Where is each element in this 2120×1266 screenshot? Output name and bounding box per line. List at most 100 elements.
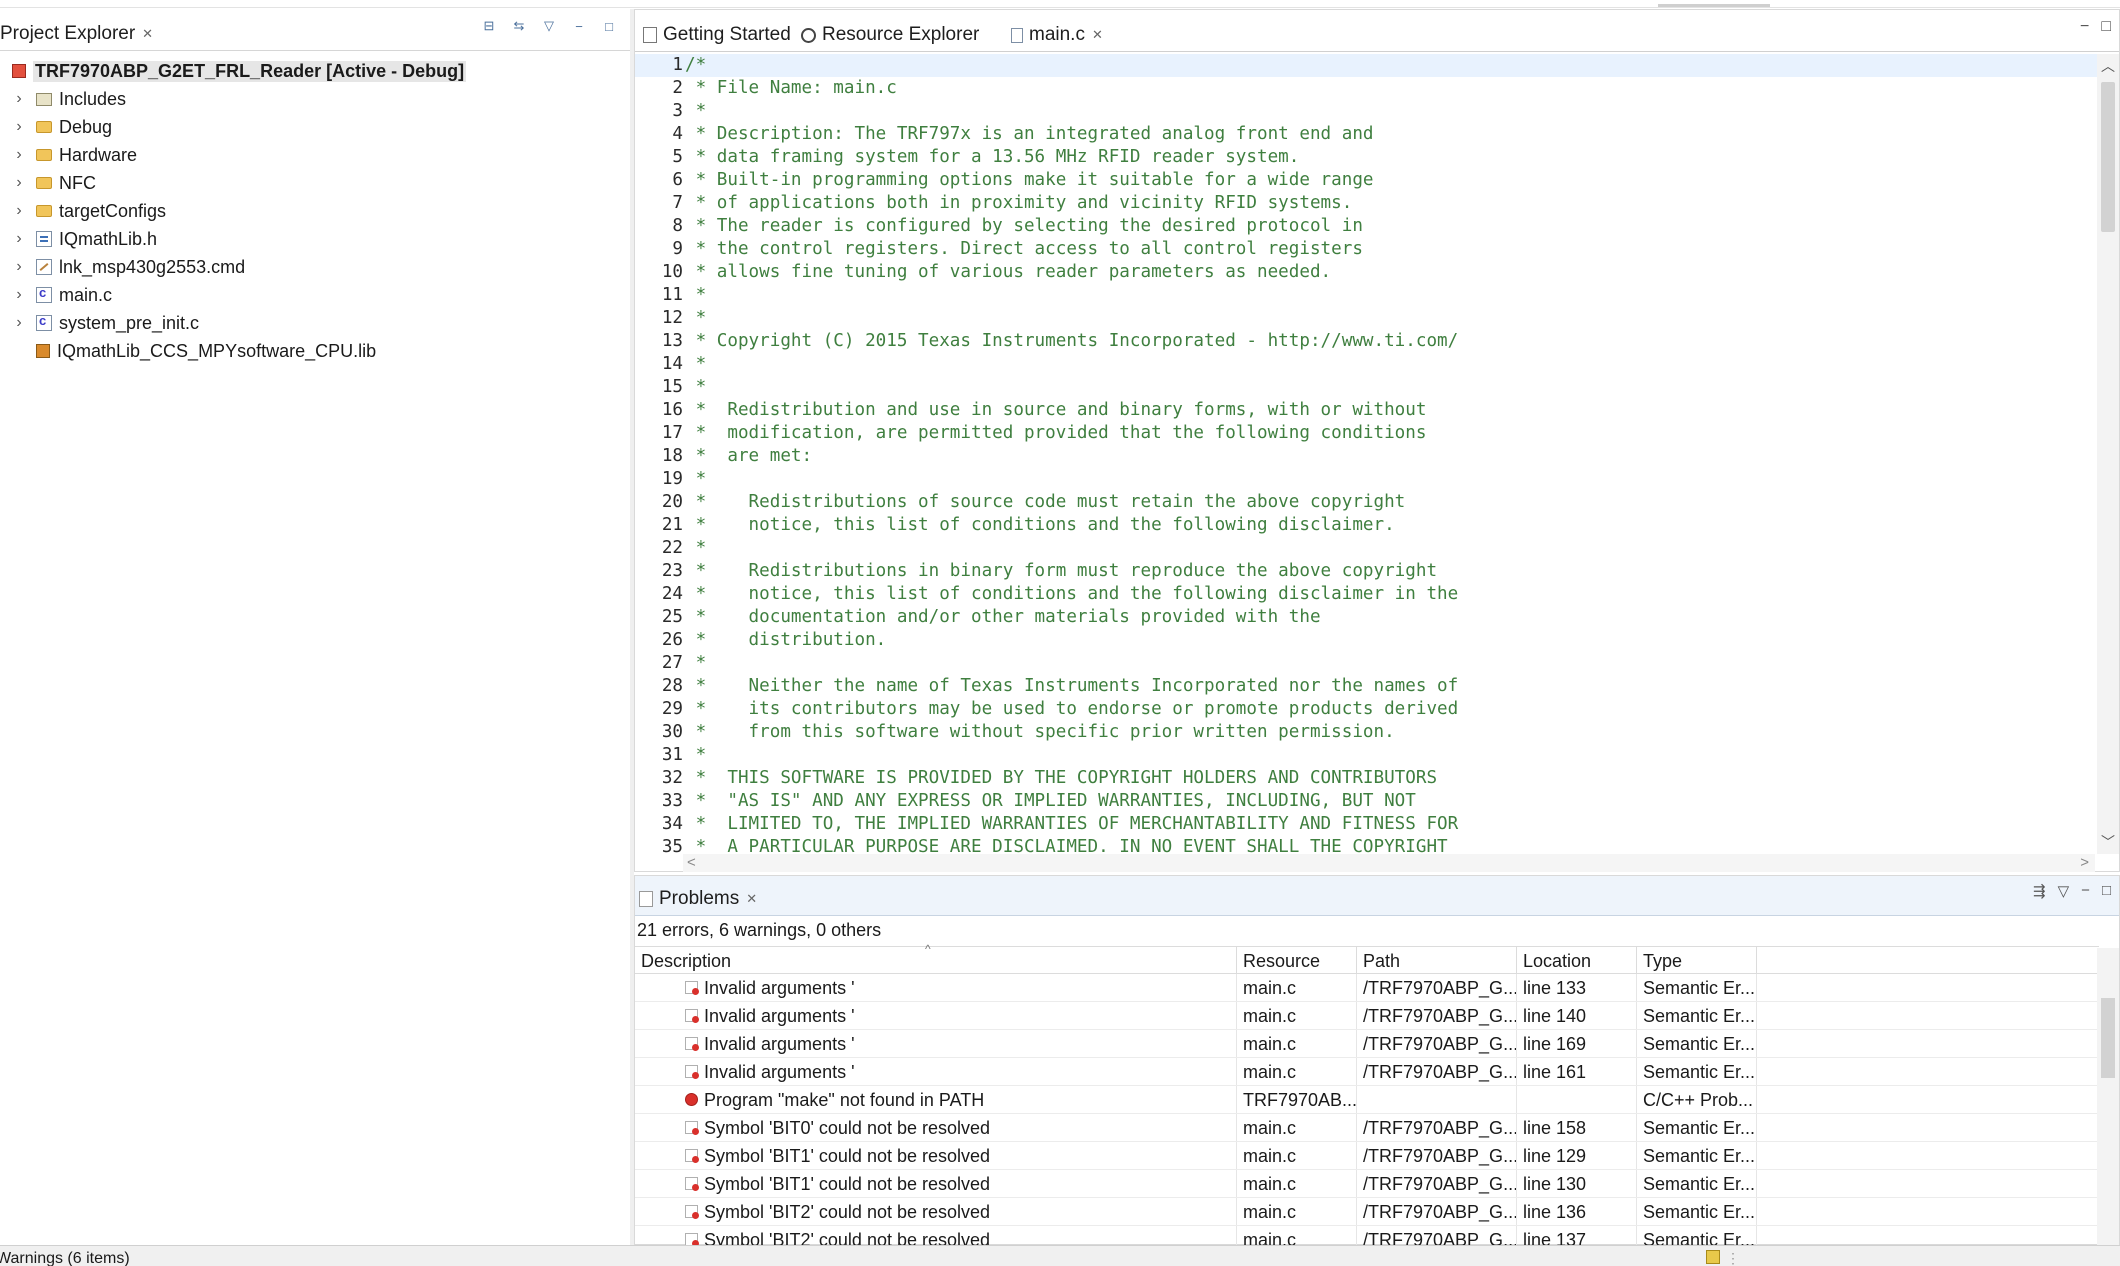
chevron-right-icon[interactable]: › [8, 118, 30, 136]
collapse-all-icon[interactable]: ⊟ [480, 17, 498, 35]
chevron-right-icon[interactable]: › [8, 174, 30, 192]
table-row[interactable]: Symbol 'BIT2' could not be resolved main.… [635, 1198, 2099, 1226]
problems-vertical-scrollbar[interactable] [2097, 948, 2119, 1246]
tree-item[interactable]: › lnk_msp430g2553.cmd [0, 253, 630, 281]
tree-item[interactable]: › Debug [0, 113, 630, 141]
code-line[interactable]: 28 * Neither the name of Texas Instrumen… [635, 675, 2099, 698]
code-line[interactable]: 25 * documentation and/or other material… [635, 606, 2099, 629]
code-line[interactable]: 3 * [635, 100, 2099, 123]
code-line[interactable]: 35 * A PARTICULAR PURPOSE ARE DISCLAIMED… [635, 836, 2099, 854]
code-line[interactable]: 14 * [635, 353, 2099, 376]
tab-problems[interactable]: Problems ✕ [639, 882, 757, 916]
code-line[interactable]: 29 * its contributors may be used to end… [635, 698, 2099, 721]
code-line[interactable]: 10 * allows fine tuning of various reade… [635, 261, 2099, 284]
close-icon[interactable]: ✕ [1092, 27, 1103, 43]
column-header-description[interactable]: Description ^ [635, 942, 1237, 973]
code-line[interactable]: 5 * data framing system for a 13.56 MHz … [635, 146, 2099, 169]
code-line[interactable]: 34 * LIMITED TO, THE IMPLIED WARRANTIES … [635, 813, 2099, 836]
tab-project-explorer[interactable]: Project Explorer ✕ [0, 17, 153, 51]
chevron-right-icon[interactable]: › [8, 90, 30, 108]
chevron-right-icon[interactable]: › [8, 286, 30, 304]
code-area[interactable]: 1/* 2 * File Name: main.c 3 * 4 * Descripti… [635, 54, 2099, 854]
code-line[interactable]: 22 * [635, 537, 2099, 560]
table-row[interactable]: Program "make" not found in PATH TRF7970A… [635, 1086, 2099, 1114]
code-line[interactable]: 21 * notice, this list of conditions and… [635, 514, 2099, 537]
scroll-down-icon[interactable]: ﹀ [2097, 832, 2119, 852]
tree-item[interactable]: › system_pre_init.c [0, 309, 630, 337]
code-line[interactable]: 17 * modification, are permitted provide… [635, 422, 2099, 445]
code-line[interactable]: 31 * [635, 744, 2099, 767]
minimize-icon[interactable]: − [2080, 18, 2089, 36]
view-menu-icon[interactable]: ▽ [2058, 882, 2070, 900]
code-line[interactable]: 7 * of applications both in proximity an… [635, 192, 2099, 215]
column-header-location[interactable]: Location [1517, 947, 1637, 973]
line-number: 1 [672, 55, 683, 75]
scroll-thumb[interactable] [2101, 82, 2115, 232]
chevron-right-icon[interactable]: › [8, 230, 30, 248]
scroll-left-icon[interactable]: < [687, 854, 696, 871]
link-with-editor-icon[interactable]: ⇆ [510, 17, 528, 35]
editor-vertical-scrollbar[interactable]: ︿ ﹀ [2097, 54, 2119, 854]
code-line[interactable]: 20 * Redistributions of source code must… [635, 491, 2099, 514]
code-line[interactable]: 1/* [635, 54, 2099, 77]
code-line[interactable]: 19 * [635, 468, 2099, 491]
code-line[interactable]: 15 * [635, 376, 2099, 399]
code-line[interactable]: 13 * Copyright (C) 2015 Texas Instrument… [635, 330, 2099, 353]
code-line[interactable]: 27 * [635, 652, 2099, 675]
code-line[interactable]: 9 * the control registers. Direct access… [635, 238, 2099, 261]
code-line[interactable]: 32 * THIS SOFTWARE IS PROVIDED BY THE CO… [635, 767, 2099, 790]
code-line[interactable]: 24 * notice, this list of conditions and… [635, 583, 2099, 606]
chevron-right-icon[interactable]: › [8, 314, 30, 332]
table-row[interactable]: Symbol 'BIT0' could not be resolved main.… [635, 1114, 2099, 1142]
tree-item[interactable]: › Includes [0, 85, 630, 113]
code-line[interactable]: 18 * are met: [635, 445, 2099, 468]
table-row[interactable]: Invalid arguments ' main.c/TRF7970ABP_G..… [635, 1002, 2099, 1030]
code-line[interactable]: 33 * "AS IS" AND ANY EXPRESS OR IMPLIED … [635, 790, 2099, 813]
code-line[interactable]: 2 * File Name: main.c [635, 77, 2099, 100]
code-line[interactable]: 16 * Redistribution and use in source an… [635, 399, 2099, 422]
table-row[interactable]: Symbol 'BIT1' could not be resolved main.… [635, 1142, 2099, 1170]
tree-item[interactable]: › Hardware [0, 141, 630, 169]
column-header-path[interactable]: Path [1357, 947, 1517, 973]
tree-item-project-root[interactable]: TRF7970ABP_G2ET_FRL_Reader [Active - Deb… [0, 57, 630, 85]
table-row[interactable]: Invalid arguments ' main.c/TRF7970ABP_G..… [635, 1030, 2099, 1058]
close-icon[interactable]: ✕ [746, 891, 757, 907]
maximize-icon[interactable]: □ [2101, 18, 2111, 36]
tree-item[interactable]: › IQmathLib.h [0, 225, 630, 253]
status-icon[interactable] [1706, 1250, 1720, 1264]
column-header-resource[interactable]: Resource [1237, 947, 1357, 973]
scroll-up-icon[interactable]: ︿ [2097, 56, 2119, 76]
tree-item[interactable]: › NFC [0, 169, 630, 197]
scroll-thumb[interactable] [2101, 998, 2115, 1078]
tree-item[interactable]: › main.c [0, 281, 630, 309]
chevron-right-icon[interactable]: › [8, 202, 30, 220]
code-line[interactable]: 12 * [635, 307, 2099, 330]
code-line[interactable]: 8 * The reader is configured by selectin… [635, 215, 2099, 238]
chevron-right-icon[interactable]: › [8, 146, 30, 164]
maximize-icon[interactable]: □ [2102, 882, 2111, 900]
editor-horizontal-scrollbar[interactable]: < > [683, 854, 2095, 872]
close-icon[interactable]: ✕ [142, 26, 153, 42]
minimize-icon[interactable]: − [570, 17, 588, 35]
tab-getting-started[interactable]: Getting Started [643, 18, 791, 52]
scroll-right-icon[interactable]: > [2080, 854, 2089, 871]
code-line[interactable]: 23 * Redistributions in binary form must… [635, 560, 2099, 583]
code-line[interactable]: 26 * distribution. [635, 629, 2099, 652]
code-line[interactable]: 4 * Description: The TRF797x is an integ… [635, 123, 2099, 146]
tree-item[interactable]: ›IQmathLib_CCS_MPYsoftware_CPU.lib [0, 337, 630, 365]
chevron-right-icon[interactable]: › [8, 258, 30, 276]
tab-resource-explorer[interactable]: Resource Explorer [801, 18, 979, 52]
column-header-type[interactable]: Type [1637, 947, 1757, 973]
tab-main-c[interactable]: main.c ✕ [1011, 18, 1103, 52]
filter-icon[interactable]: ⇶ [2033, 882, 2046, 900]
code-line[interactable]: 6 * Built-in programming options make it… [635, 169, 2099, 192]
table-row[interactable]: Invalid arguments ' main.c/TRF7970ABP_G..… [635, 974, 2099, 1002]
view-menu-icon[interactable]: ▽ [540, 17, 558, 35]
table-row[interactable]: Invalid arguments ' main.c/TRF7970ABP_G..… [635, 1058, 2099, 1086]
minimize-icon[interactable]: − [2081, 882, 2090, 900]
code-line[interactable]: 11 * [635, 284, 2099, 307]
tree-item[interactable]: › targetConfigs [0, 197, 630, 225]
code-line[interactable]: 30 * from this software without specific… [635, 721, 2099, 744]
maximize-icon[interactable]: □ [600, 17, 618, 35]
table-row[interactable]: Symbol 'BIT1' could not be resolved main.… [635, 1170, 2099, 1198]
